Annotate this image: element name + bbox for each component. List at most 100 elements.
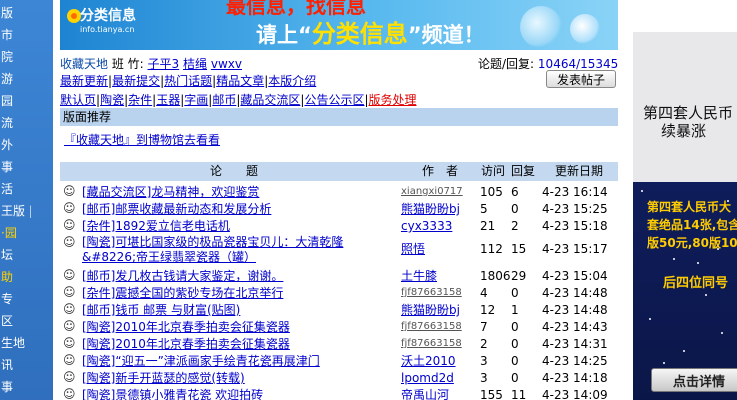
ad-line: 版50元,80版10 [647,236,737,250]
left-navigation: 版市院游园流外事活王版 ‖·园坛助专区生地讯事 [0,0,53,400]
tab-calligraphy[interactable]: 字画 [184,93,208,107]
moderator-link[interactable]: 桔绳 [183,57,207,71]
topic-table-header: 论 题 作 者 访问 回复 更新日期 [60,162,618,181]
tab-hot-topics[interactable]: 热门话题 [164,74,212,88]
table-row: ☺ [陶瓷]可堪比国家级的极品瓷器宝贝儿：大清乾隆&#8226;帝王绿翡翠瓷器（罐… [60,235,618,265]
read-count: 105 [480,185,503,199]
reply-count: 0 [511,320,519,334]
topic-title-link[interactable]: [藏品交流区]龙马精神，欢迎鉴赏 [82,184,397,200]
ad-headline-2: 续暴涨 [661,122,707,140]
notice-bar: 版面推荐 [60,108,618,126]
recommended-topic-link[interactable]: 『收藏天地』到博物馆去看看 [64,131,220,148]
tab-default[interactable]: 默认页 [60,93,96,107]
author-link[interactable]: 熊猫盼盼bj [401,201,481,217]
tab-forum-intro[interactable]: 本版介绍 [268,74,316,88]
smiley-icon: ☺ [63,201,76,215]
tab-featured[interactable]: 精品文章 [216,74,264,88]
header-title: 论 题 [210,164,259,178]
moderator-link[interactable]: 子平3 [148,57,180,71]
moderators-label: 班 竹: [111,57,144,71]
category-tabs: 默认页|陶瓷|杂件|玉器|字画|邮币|藏品交流区|公告公示区|版务处理 [60,93,417,107]
topic-title-link[interactable]: [陶瓷]新手开蓝瑟的感觉(转载) [82,370,397,386]
banner-main-highlight: 分类信息 [311,20,408,48]
star-decoration [697,262,699,264]
smiley-icon: ☺ [63,370,76,384]
topic-title-link[interactable]: [邮币]邮票收藏最新动态和发展分析 [82,201,397,217]
tab-moderation[interactable]: 版务处理 [369,93,417,107]
author-link[interactable]: 帝禹山河 [401,387,481,400]
tab-misc[interactable]: 杂件 [128,93,152,107]
tab-latest-submitted[interactable]: 最新提交 [112,74,160,88]
star-decoration [727,200,729,202]
update-date: 4-23 14:18 [542,371,608,385]
author-link[interactable]: cyx3333 [401,218,481,234]
smiley-icon: ☺ [63,302,76,316]
table-row: ☺ [邮币]钱币 邮票 与财富(贴图) 熊猫盼盼bj 12 1 4-23 14:48 [60,302,618,318]
tab-ceramics[interactable]: 陶瓷 [100,93,124,107]
update-date: 4-23 14:09 [542,388,608,400]
smiley-icon: ☺ [63,353,76,367]
banner-bubble-icon [520,6,562,48]
topic-title-link[interactable]: [陶瓷]“迎五一”津派画家手绘青花瓷再展津门 [82,353,397,369]
reply-count: 0 [511,202,519,216]
smiley-icon: ☺ [63,387,76,400]
banner-bubble-icon [570,14,600,44]
ad-line: 套绝品14张,包含 [647,218,737,232]
read-count: 3 [480,354,488,368]
author-link[interactable]: fjf87663158 [401,336,481,352]
author-link[interactable]: xiangxi0717 [401,184,481,200]
reply-count: 15 [511,242,527,256]
author-link[interactable]: lpomd2d [401,370,481,386]
reply-count: 2 [511,219,519,233]
ad-footer: 后四位同号 [663,276,729,291]
reply-count: 0 [511,286,519,300]
author-link[interactable]: fjf87663158 [401,319,481,335]
author-link[interactable]: 熊猫盼盼bj [401,302,481,318]
author-link[interactable]: 沃土2010 [401,353,481,369]
update-date: 4-23 14:48 [542,286,608,300]
star-decoration [717,248,719,250]
topic-title-link[interactable]: [杂件]1892爱立信老电话机 [82,218,397,234]
moderator-link[interactable]: vwxv [211,57,242,71]
left-nav-item[interactable]: 事 [0,374,31,400]
sort-tabs: 最新更新|最新提交|热门话题|精品文章|本版介绍 [60,74,317,88]
ad-details-button[interactable]: 点击详情 [651,368,737,392]
notice-label: 版面推荐 [63,110,112,124]
reply-count: 1 [511,303,519,317]
read-count: 7 [480,320,488,334]
post-topic-button[interactable]: 发表帖子 [546,70,616,88]
banner-main-text: 请上“分类信息”频道！ [256,14,485,49]
read-count: 4 [480,286,488,300]
author-link[interactable]: 土牛膝 [401,268,481,284]
tab-stamps-coins[interactable]: 邮币 [212,93,236,107]
topic-title-link[interactable]: [陶瓷]2010年北京春季拍卖会征集瓷器 [82,336,397,352]
smiley-icon: ☺ [63,184,76,198]
table-row: ☺ [藏品交流区]龙马精神，欢迎鉴赏 xiangxi0717 105 6 4-23 16:… [60,184,618,200]
update-date: 4-23 14:43 [542,320,608,334]
smiley-icon: ☺ [63,268,76,282]
topic-title-link[interactable]: [杂件]震撼全国的紫砂专场在北京举行 [82,285,397,301]
star-decoration [649,318,651,320]
classified-info-banner[interactable]: 分类信息 info.tianya.cn 最信息，找信息 请上“分类信息”频道！ [60,0,618,50]
read-count: 112 [480,242,503,256]
topic-title-link[interactable]: [陶瓷]可堪比国家级的极品瓷器宝贝儿：大清乾隆&#8226;帝王绿翡翠瓷器（罐） [82,235,397,265]
author-link[interactable]: fjf87663158 [401,285,481,301]
tab-latest-updated[interactable]: 最新更新 [60,74,108,88]
tab-collection-exchange[interactable]: 藏品交流区 [240,93,300,107]
topic-title-link[interactable]: [陶瓷]景德镇小雅青花瓷 欢迎拍砖 [82,387,397,400]
smiley-icon: ☺ [63,285,76,299]
coin-advertisement[interactable]: 第四套人民币 续暴涨 第四套人民币大 套绝品14张,包含 版50元,80版10 … [633,32,737,400]
topic-title-link[interactable]: [邮币]发几枚古钱请大家鉴定，谢谢。 [82,268,397,284]
header-author: 作 者 [422,164,459,178]
topic-title-link[interactable]: [邮币]钱币 邮票 与财富(贴图) [82,302,397,318]
reply-count: 11 [511,388,527,400]
topic-title-link[interactable]: [陶瓷]2010年北京春季拍卖会征集瓷器 [82,319,397,335]
banner-logo-url: info.tianya.cn [80,25,135,34]
author-link[interactable]: 照悟 [401,242,481,257]
table-row: ☺ [陶瓷]新手开蓝瑟的感觉(转载) lpomd2d 3 0 4-23 14:18 [60,370,618,386]
forum-title: 收藏天地 [60,57,109,71]
tab-announcements[interactable]: 公告公示区 [304,93,364,107]
star-decoration [663,362,665,364]
forum-header-row: 收藏天地 班 竹: 子平3 桔绳 vwxv [60,55,242,72]
tab-jade[interactable]: 玉器 [156,93,180,107]
